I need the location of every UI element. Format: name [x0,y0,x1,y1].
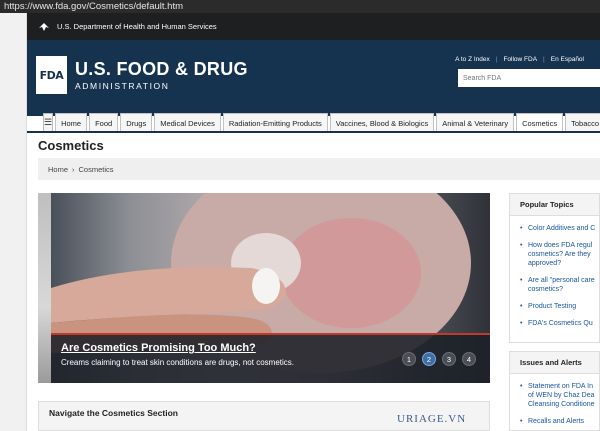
nav-item-medical-devices[interactable]: Medical Devices [154,113,221,132]
nav-item-cosmetics[interactable]: Cosmetics [516,113,564,132]
window-left-margin [0,13,27,431]
slide-button-1[interactable]: 1 [402,352,416,366]
slide-button-4[interactable]: 4 [462,352,476,366]
hero-carousel[interactable]: Are Cosmetics Promising Too Much? Creams… [38,193,490,383]
url-text: https://www.fda.gov/Cosmetics/default.ht… [4,1,183,12]
issue-alert-link[interactable]: Statement on FDA In of WEN by Chaz Dea C… [520,382,599,409]
popular-topics-title: Popular Topics [510,194,599,216]
nav-underline [27,131,600,133]
issues-alerts-panel: Issues and Alerts Statement on FDA In of… [509,351,600,431]
nav-item-animal[interactable]: Animal & Veterinary [436,113,515,132]
issue-alert-link[interactable]: Recalls and Alerts [520,417,599,426]
page-title: Cosmetics [38,138,104,153]
hamburger-icon[interactable]: ☰ [43,113,54,132]
hero-caption: Are Cosmetics Promising Too Much? Creams… [51,333,490,383]
divider: | [495,56,498,63]
link-follow-fda[interactable]: Follow FDA [503,56,537,63]
watermark: URIAGE.VN [397,413,467,425]
nav-item-drugs[interactable]: Drugs [120,113,153,132]
slide-pager: 1 2 3 4 [402,352,476,366]
popular-topics-panel: Popular Topics Color Additives and C How… [509,193,600,343]
breadcrumb-current: Cosmetics [78,164,114,174]
popular-topic-link[interactable]: FDA's Cosmetics Qu [520,319,599,328]
agency-subtitle: ADMINISTRATION [75,81,170,91]
slide-button-2[interactable]: 2 [422,352,436,366]
nav-item-food[interactable]: Food [89,113,119,132]
previous-slide-edge [38,193,51,383]
breadcrumb: Home › Cosmetics [38,158,600,180]
search-input[interactable] [458,69,600,87]
utility-links: A to Z Index | Follow FDA | En Español [455,56,584,63]
chevron-right-icon: › [72,164,75,174]
link-en-espanol[interactable]: En Español [551,56,584,63]
navigate-section-title: Navigate the Cosmetics Section [49,408,178,418]
hero-title-link[interactable]: Are Cosmetics Promising Too Much? [61,342,256,354]
hero-subtitle: Creams claiming to treat skin conditions… [61,358,294,367]
hhs-bar: U.S. Department of Health and Human Serv… [27,13,600,40]
nav-item-tobacco[interactable]: Tobacco [565,113,600,132]
nav-item-vaccines[interactable]: Vaccines, Blood & Biologics [329,113,435,132]
popular-topic-link[interactable]: Color Additives and C [520,224,599,233]
popular-topic-link[interactable]: How does FDA regul cosmetics? Are they a… [520,241,599,268]
hhs-text[interactable]: U.S. Department of Health and Human Serv… [57,22,217,31]
issues-alerts-title: Issues and Alerts [510,352,599,374]
link-a-to-z[interactable]: A to Z Index [455,56,490,63]
browser-url-bar[interactable]: https://www.fda.gov/Cosmetics/default.ht… [0,0,600,13]
divider: | [543,56,545,63]
popular-topic-link[interactable]: Product Testing [520,302,599,311]
site-header: FDA U.S. FOOD & DRUG ADMINISTRATION A to… [27,40,600,116]
fda-logo[interactable]: FDA [36,56,67,94]
breadcrumb-home[interactable]: Home [48,165,68,174]
nav-item-home[interactable]: Home [55,113,88,132]
hhs-eagle-icon [39,22,49,31]
agency-title[interactable]: U.S. FOOD & DRUG [75,59,248,80]
popular-topic-link[interactable]: Are all "personal care cosmetics? [520,276,599,294]
slide-button-3[interactable]: 3 [442,352,456,366]
nav-item-radiation[interactable]: Radiation-Emitting Products [222,113,328,132]
main-nav: ☰ Home Food Drugs Medical Devices Radiat… [27,112,600,132]
